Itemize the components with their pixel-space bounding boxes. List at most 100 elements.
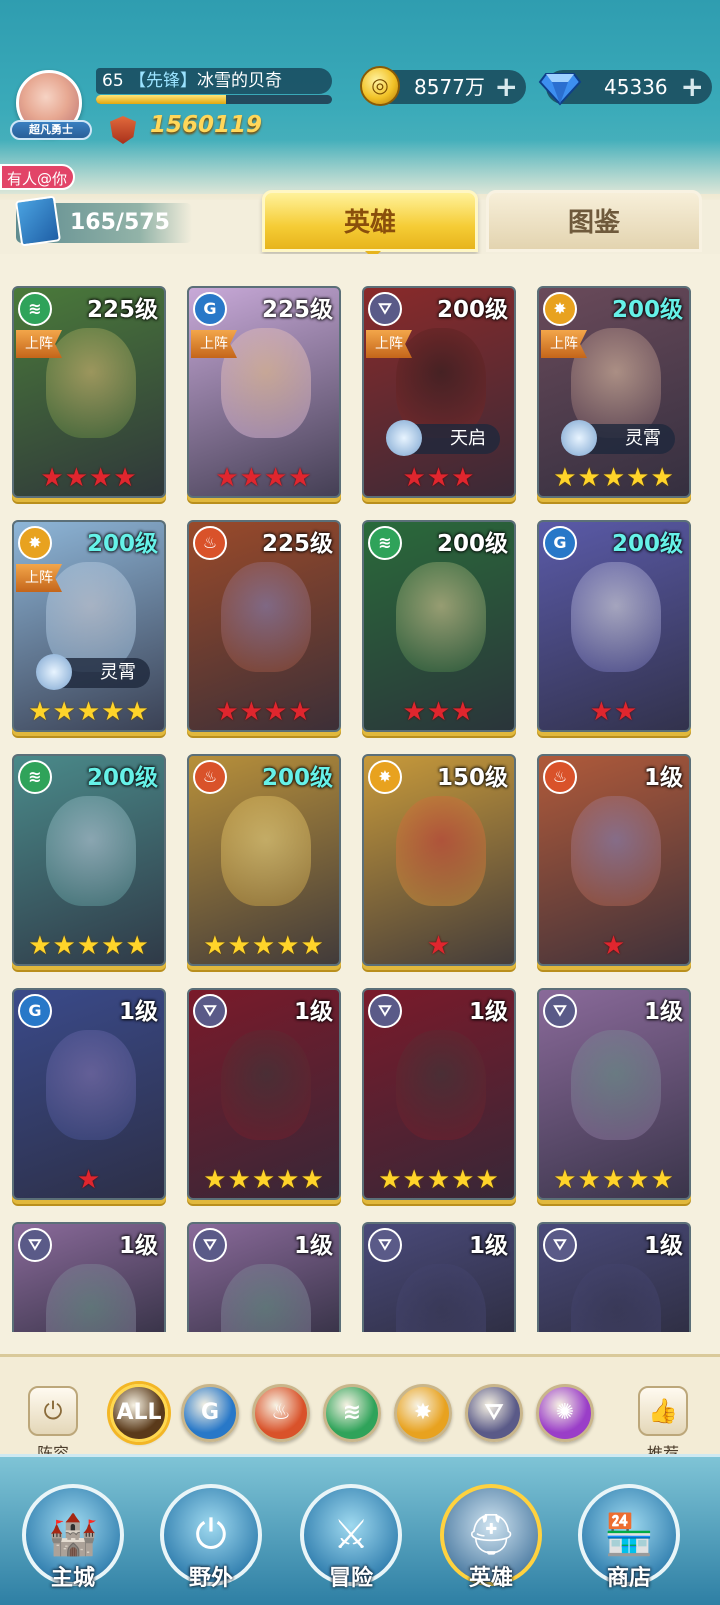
nav-sword-button[interactable]: ⚔ 冒险 <box>296 1484 406 1602</box>
star-rating: ★★★★★ <box>364 1166 514 1194</box>
hero-card[interactable]: ≋ 200级 ★★★ <box>362 520 516 732</box>
nav-castle-button[interactable]: 🏰 主城 <box>18 1484 128 1602</box>
star-icon: ★ <box>451 1165 476 1195</box>
hero-card[interactable]: G 200级 ★★ <box>537 520 691 732</box>
hero-card[interactable]: ♨ 200级 ★★★★★ <box>187 754 341 966</box>
hero-card[interactable]: ⛛ 1级 ★★★★★ <box>362 988 516 1200</box>
star-icon: ★ <box>601 931 627 961</box>
hero-card[interactable]: ✸ 150级 ★ <box>362 754 516 966</box>
player-level-name: 65 【先锋】冰雪的贝奇 <box>96 68 332 94</box>
star-icon: ★ <box>52 697 77 727</box>
star-icon: ★ <box>203 931 228 961</box>
hero-card[interactable]: ≋ 200级 ★★★★★ <box>12 754 166 966</box>
awaken-badge: 天启 <box>386 420 500 456</box>
hero-portrait <box>46 328 136 438</box>
hero-level: 200级 <box>436 297 508 323</box>
diamond-display: 45336 + <box>538 70 712 106</box>
star-icon: ★ <box>650 1165 675 1195</box>
water-element-icon: G <box>543 526 577 560</box>
nav-portal-button[interactable]: ⏻ 野外 <box>156 1484 266 1602</box>
hero-level: 1级 <box>643 999 683 1025</box>
hero-card[interactable]: ♨ 1级 ★ <box>537 754 691 966</box>
star-rating: ★★ <box>539 698 689 726</box>
star-rating: ★★★★★ <box>189 932 339 960</box>
hero-card[interactable]: G 225级 上阵 ★★★★ <box>187 286 341 498</box>
star-icon: ★ <box>251 931 277 961</box>
hero-card[interactable]: ⛛ 1级 ★★★★★ <box>537 988 691 1200</box>
dark-element-icon: ⛛ <box>368 994 402 1028</box>
star-icon: ★ <box>28 697 53 727</box>
light-element-icon: ✸ <box>543 292 577 326</box>
gold-display: ◎ 8577万 + <box>360 66 526 106</box>
light-element-icon: ✸ <box>368 760 402 794</box>
nav-helmet-button[interactable]: ⛑ 英雄 <box>436 1484 546 1602</box>
star-icon: ★ <box>76 931 102 961</box>
tab-heroes[interactable]: 英雄 <box>262 190 478 259</box>
hero-card[interactable]: ⛛ 1级 <box>537 1222 691 1332</box>
hero-card[interactable]: G 1级 ★ <box>12 988 166 1200</box>
hero-portrait <box>221 796 311 906</box>
star-icon: ★ <box>614 697 639 727</box>
nav-label: 野外 <box>188 1566 233 1591</box>
add-diamond-button[interactable]: + <box>681 70 704 104</box>
awaken-badge: 灵霄 <box>561 420 675 456</box>
hero-card[interactable]: ≋ 225级 上阵 ★★★★ <box>12 286 166 498</box>
mention-notice[interactable]: 有人@你 <box>0 164 75 190</box>
star-icon: ★ <box>426 931 452 961</box>
filter-all-button[interactable]: ALL <box>110 1384 168 1442</box>
dark-element-icon: ⛛ <box>368 1228 402 1262</box>
star-icon: ★ <box>553 463 578 493</box>
nav-label: 商店 <box>606 1566 651 1591</box>
star-icon: ★ <box>426 697 452 727</box>
star-rating: ★★★★ <box>14 464 164 492</box>
star-icon: ★ <box>601 1165 627 1195</box>
filter-arcane-button[interactable]: ✺ <box>536 1384 594 1442</box>
hero-portrait <box>396 1264 486 1332</box>
hero-level: 200级 <box>86 765 158 791</box>
filter-light-button[interactable]: ✸ <box>394 1384 452 1442</box>
tab-encyclopedia[interactable]: 图鉴 <box>486 190 702 252</box>
filter-dark-button[interactable]: ⛛ <box>465 1384 523 1442</box>
hero-portrait <box>221 562 311 672</box>
hero-card[interactable]: ⛛ 1级 <box>187 1222 341 1332</box>
add-gold-button[interactable]: + <box>495 70 518 104</box>
star-icon: ★ <box>426 463 452 493</box>
star-icon: ★ <box>426 1165 452 1195</box>
diamond-amount: 45336 <box>604 75 668 99</box>
filter-water-button[interactable]: G <box>181 1384 239 1442</box>
hero-level: 1级 <box>118 999 158 1025</box>
star-icon: ★ <box>451 697 476 727</box>
light-element-icon: ✸ <box>18 526 52 560</box>
dark-element-icon: ⛛ <box>193 994 227 1028</box>
filter-fire-button[interactable]: ♨ <box>252 1384 310 1442</box>
hero-level: 1级 <box>468 999 508 1025</box>
star-icon: ★ <box>626 1165 651 1195</box>
hero-card[interactable]: ♨ 225级 ★★★★ <box>187 520 341 732</box>
hero-portrait <box>396 562 486 672</box>
combat-power: 1560119 <box>150 112 263 138</box>
hero-card[interactable]: ✸ 200级 上阵 灵霄 ★★★★★ <box>537 286 691 498</box>
star-rating: ★★★★★ <box>189 1166 339 1194</box>
filter-wind-button[interactable]: ≋ <box>323 1384 381 1442</box>
diamond-icon <box>538 73 582 106</box>
star-icon: ★ <box>264 697 289 727</box>
hero-card[interactable]: ✸ 200级 上阵 灵霄 ★★★★★ <box>12 520 166 732</box>
recommend-button[interactable]: 👍 推荐 <box>632 1386 694 1464</box>
hero-card[interactable]: ⛛ 1级 ★★★★★ <box>187 988 341 1200</box>
hero-level: 225级 <box>261 531 333 557</box>
star-icon: ★ <box>402 463 427 493</box>
star-rating: ★★★★ <box>189 464 339 492</box>
star-rating: ★★★★★ <box>14 932 164 960</box>
hero-level: 1级 <box>643 765 683 791</box>
star-rating: ★★★★★ <box>14 698 164 726</box>
hero-level: 1级 <box>643 1233 683 1259</box>
nav-shop-button[interactable]: 🏪 商店 <box>574 1484 684 1602</box>
hero-level: 200级 <box>436 531 508 557</box>
hero-card[interactable]: ⛛ 1级 <box>12 1222 166 1332</box>
hero-card[interactable]: ⛛ 200级 上阵 天启 ★★★ <box>362 286 516 498</box>
star-icon: ★ <box>101 697 126 727</box>
cards-icon <box>14 195 62 247</box>
lineup-button[interactable]: ⏻ 阵容 <box>22 1386 84 1464</box>
hero-portrait <box>46 1030 136 1140</box>
hero-card[interactable]: ⛛ 1级 <box>362 1222 516 1332</box>
